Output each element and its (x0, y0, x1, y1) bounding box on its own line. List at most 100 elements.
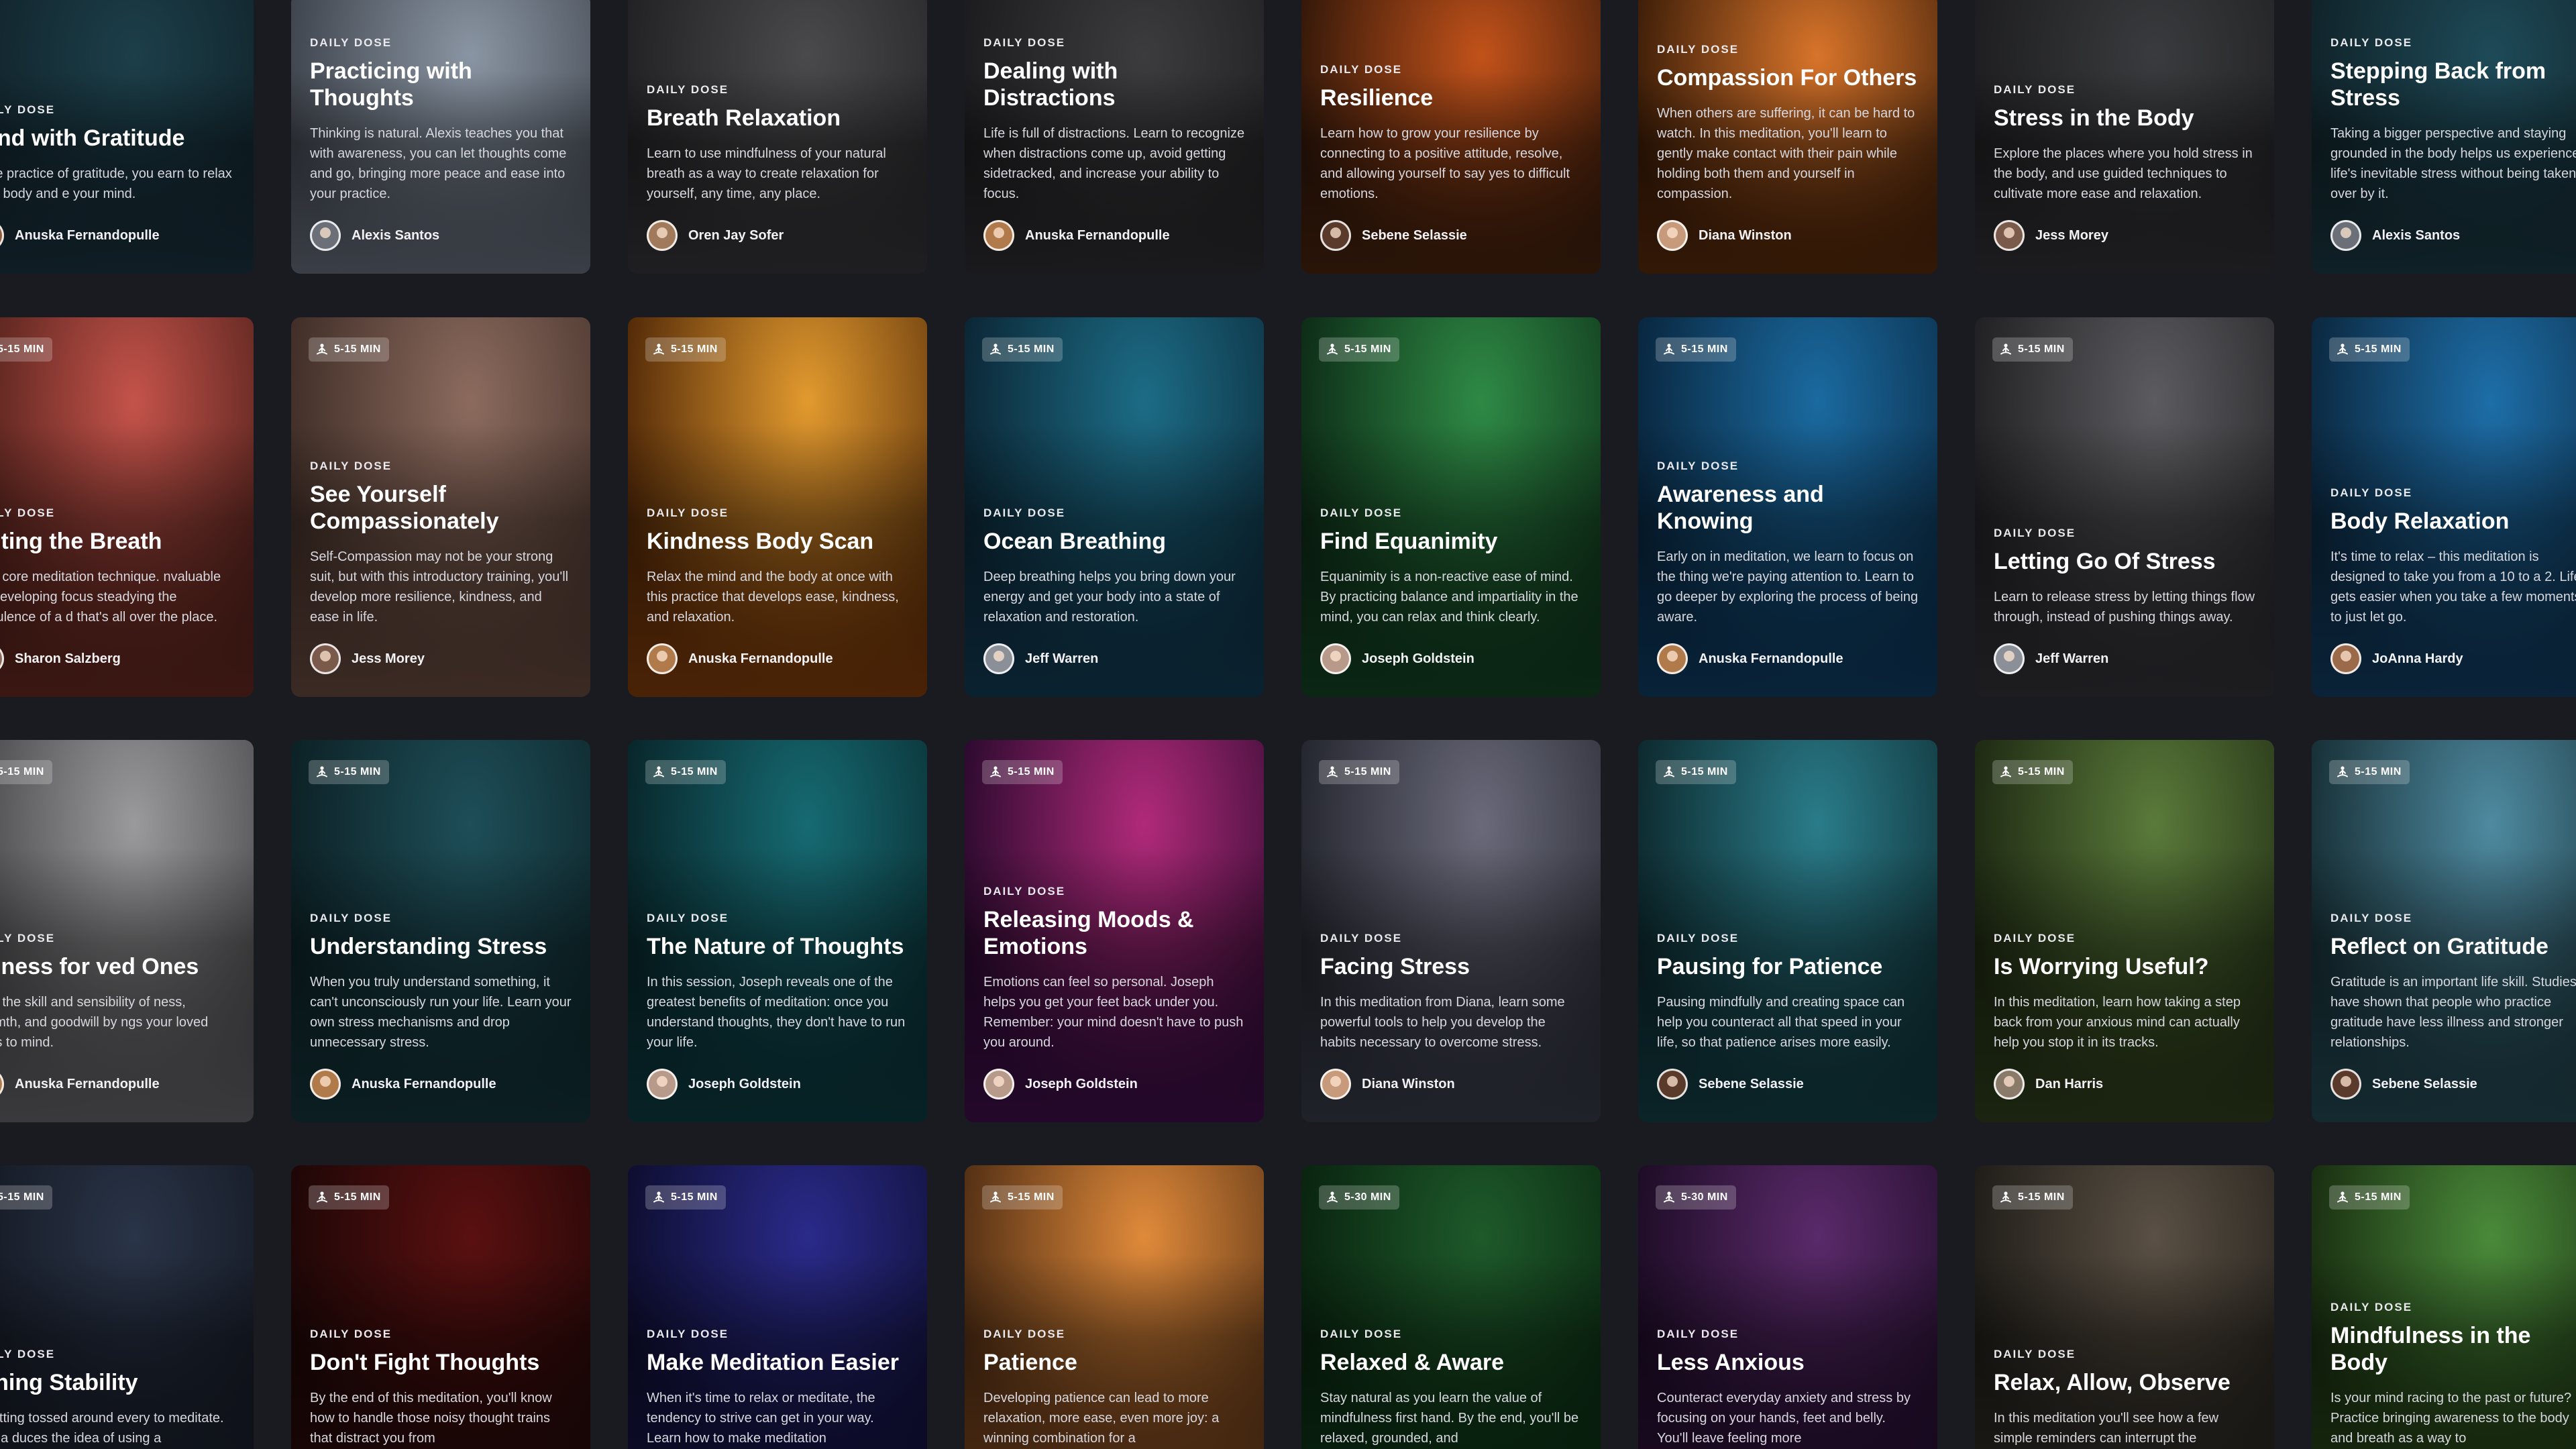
duration-badge: 5-15 MIN (2329, 1185, 2410, 1210)
card-title: Reflect on Gratitude (2330, 934, 2548, 959)
author-name: Anuska Fernandopulle (1699, 651, 1843, 666)
card-author: Jeff Warren (983, 643, 1245, 674)
meditation-card[interactable]: 5-15 MIN DAILY DOSE arning Stability e gett… (0, 1165, 254, 1449)
author-name: Oren Jay Sofer (688, 227, 784, 243)
duration-badge: 5-15 MIN (2329, 337, 2410, 362)
meditation-card[interactable]: 5-15 MIN DAILY DOSE Don't Fight Thoughts By… (291, 1165, 590, 1449)
card-author: Anuska Fernandopulle (647, 643, 908, 674)
duration-label: 5-15 MIN (1681, 343, 1728, 355)
duration-badge: 5-15 MIN (1992, 760, 2073, 784)
meditation-card[interactable]: DAILY DOSE Resilience Learn how to grow yo… (1301, 0, 1601, 274)
meditation-card[interactable]: 5-15 MIN DAILY DOSE Facing Stress In this m… (1301, 740, 1601, 1122)
card-content: DAILY DOSE arning Stability e getting toss… (0, 1348, 254, 1449)
meditation-card[interactable]: 5-15 MIN DAILY DOSE Make Meditation Easier… (628, 1165, 927, 1449)
avatar (1657, 643, 1688, 674)
card-eyebrow: DAILY DOSE (310, 36, 392, 49)
meditation-card[interactable]: DAILY DOSE Stepping Back from Stress Takin… (2312, 0, 2576, 274)
card-content: DAILY DOSE Don't Fight Thoughts By the end… (291, 1328, 590, 1449)
avatar (983, 643, 1014, 674)
duration-label: 5-15 MIN (334, 766, 381, 777)
meditation-card[interactable]: 5-15 MIN DAILY DOSE Awareness and Knowing E… (1638, 317, 1937, 697)
meditation-card[interactable]: 5-15 MIN DAILY DOSE Ocean Breathing Deep br… (965, 317, 1264, 697)
card-title: Letting Go Of Stress (1994, 549, 2216, 574)
card-eyebrow: DAILY DOSE (0, 932, 56, 945)
duration-label: 5-15 MIN (2018, 1191, 2065, 1203)
card-description: In this meditation, learn how taking a s… (1994, 995, 2241, 1050)
card-content: DAILY DOSE Pausing for Patience Pausing mi… (1638, 932, 1937, 1122)
card-description: Learn to use mindfulness of your natural… (647, 146, 886, 201)
card-description: In this meditation you'll see how a few … (1994, 1411, 2219, 1446)
card-content: DAILY DOSE Stepping Back from Stress Takin… (2312, 36, 2576, 274)
meditation-card[interactable]: 5-15 MIN DAILY DOSE Relax, Allow, Observe I… (1975, 1165, 2274, 1449)
card-eyebrow: DAILY DOSE (983, 36, 1066, 49)
card-author: Jess Morey (1994, 220, 2255, 251)
avatar (983, 220, 1014, 251)
card-author: Joseph Goldstein (1320, 643, 1582, 674)
duration-label: 5-30 MIN (1681, 1191, 1728, 1203)
avatar (0, 220, 4, 251)
avatar (310, 1069, 341, 1099)
meditation-card[interactable]: 5-15 MIN DAILY DOSE Understanding Stress Wh… (291, 740, 590, 1122)
card-title: Understanding Stress (310, 934, 547, 959)
card-title: Kindness Body Scan (647, 529, 874, 554)
card-title: arning Stability (0, 1370, 138, 1395)
meditation-card[interactable]: DAILY DOSE Compassion For Others When othe… (1638, 0, 1937, 274)
meditation-card[interactable]: DAILY DOSE Practicing with Thoughts Thinki… (291, 0, 590, 274)
duration-badge: 5-15 MIN (1992, 1185, 2073, 1210)
meditation-card[interactable]: DAILY DOSE wind with Gratitude g the pract… (0, 0, 254, 274)
card-description: Early on in meditation, we learn to focu… (1657, 549, 1919, 625)
card-description: elop the skill and sensibility of ness, … (0, 995, 209, 1050)
meditation-card[interactable]: 5-15 MIN DAILY DOSE Reflect on Gratitude Gr… (2312, 740, 2576, 1122)
card-eyebrow: DAILY DOSE (1657, 1328, 1739, 1340)
card-description: In this session, Joseph reveals one of t… (647, 975, 906, 1050)
avatar (1320, 1069, 1351, 1099)
author-name: Sebene Selassie (2372, 1076, 2477, 1091)
card-description: Is your mind racing to the past or futur… (2330, 1391, 2572, 1446)
meditation-card[interactable]: 5-15 MIN DAILY DOSE Is Worrying Useful? In … (1975, 740, 2274, 1122)
meditation-card[interactable]: DAILY DOSE Breath Relaxation Learn to use … (628, 0, 927, 274)
card-author: Anuska Fernandopulle (1657, 643, 1919, 674)
duration-badge: 5-15 MIN (645, 1185, 726, 1210)
card-description: Self-Compassion may not be your strong s… (310, 549, 569, 625)
card-author: Anuska Fernandopulle (983, 220, 1245, 251)
card-content: DAILY DOSE Understanding Stress When you t… (291, 912, 590, 1122)
meditation-card[interactable]: 5-15 MIN DAILY DOSE Releasing Moods & Emot… (965, 740, 1264, 1122)
meditation-card[interactable]: 5-15 MIN DAILY DOSE ndness for ved Ones elo… (0, 740, 254, 1122)
meditation-card[interactable]: 5-15 MIN DAILY DOSE The Nature of Thoughts… (628, 740, 927, 1122)
card-content: DAILY DOSE Less Anxious Counteract everyda… (1638, 1328, 1937, 1449)
meditation-figure-icon (990, 1191, 1001, 1203)
card-author: Anuska Fernandopulle (0, 1069, 235, 1099)
meditation-card[interactable]: 5-30 MIN DAILY DOSE Less Anxious Counteract… (1638, 1165, 1937, 1449)
card-title: Find Equanimity (1320, 529, 1498, 554)
duration-label: 5-15 MIN (1008, 343, 1055, 355)
card-title: Make Meditation Easier (647, 1350, 900, 1375)
card-eyebrow: DAILY DOSE (2330, 912, 2413, 924)
avatar (1320, 220, 1351, 251)
card-eyebrow: DAILY DOSE (1657, 43, 1739, 56)
meditation-card[interactable]: DAILY DOSE Stress in the Body Explore the … (1975, 0, 2274, 274)
meditation-card[interactable]: 5-15 MIN DAILY DOSE See Yourself Compassio… (291, 317, 590, 697)
card-eyebrow: DAILY DOSE (0, 506, 56, 519)
card-description: Pausing mindfully and creating space can… (1657, 995, 1905, 1050)
meditation-card[interactable]: 5-15 MIN DAILY DOSE unting the Breath This … (0, 317, 254, 697)
meditation-card[interactable]: 5-30 MIN DAILY DOSE Relaxed & Aware Stay na… (1301, 1165, 1601, 1449)
meditation-card[interactable]: 5-15 MIN DAILY DOSE Kindness Body Scan Rela… (628, 317, 927, 697)
author-name: Anuska Fernandopulle (15, 227, 160, 243)
card-eyebrow: DAILY DOSE (2330, 36, 2413, 49)
meditation-figure-icon (1327, 343, 1338, 355)
meditation-card[interactable]: 5-15 MIN DAILY DOSE Letting Go Of Stress Le… (1975, 317, 2274, 697)
meditation-card[interactable]: 5-15 MIN DAILY DOSE Body Relaxation It's ti… (2312, 317, 2576, 697)
meditation-card[interactable]: DAILY DOSE Dealing with Distractions Life … (965, 0, 1264, 274)
duration-badge: 5-15 MIN (1656, 760, 1736, 784)
card-eyebrow: DAILY DOSE (2330, 486, 2413, 499)
meditation-card[interactable]: 5-15 MIN DAILY DOSE Mindfulness in the Bod… (2312, 1165, 2576, 1449)
meditation-card[interactable]: 5-15 MIN DAILY DOSE Find Equanimity Equanim… (1301, 317, 1601, 697)
meditation-card[interactable]: 5-15 MIN DAILY DOSE Pausing for Patience Pa… (1638, 740, 1937, 1122)
card-description: Taking a bigger perspective and staying … (2330, 126, 2576, 201)
meditation-figure-icon (317, 1191, 327, 1203)
duration-label: 5-15 MIN (0, 1191, 44, 1203)
card-description: In this meditation from Diana, learn som… (1320, 995, 1565, 1050)
card-title: Practicing with Thoughts (310, 58, 472, 111)
duration-badge: 5-15 MIN (645, 337, 726, 362)
meditation-card[interactable]: 5-15 MIN DAILY DOSE Patience Developing pat… (965, 1165, 1264, 1449)
